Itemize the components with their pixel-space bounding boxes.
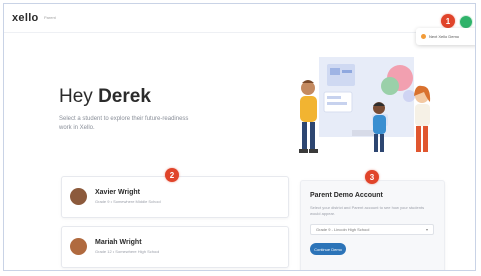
- page-title: Hey Derek: [59, 86, 151, 108]
- callout-marker-1: 1: [441, 14, 455, 28]
- parent-demo-card: Parent Demo Account Select your district…: [300, 180, 445, 270]
- xello-logo[interactable]: xello: [12, 12, 39, 24]
- callout-marker-3: 3: [365, 170, 379, 184]
- popover-label: Next Xello Demo: [429, 34, 460, 39]
- page-subtitle: Select a student to explore their future…: [59, 116, 189, 131]
- logo-subtitle: Parent: [44, 15, 56, 20]
- user-name: Derek: [98, 86, 151, 107]
- student-card-mariah[interactable]: Mariah Wright Grade 12 • Somewhere High …: [61, 226, 289, 268]
- app-window: xello Parent 1 Next Xello Demo Hey Derek…: [3, 3, 476, 271]
- top-bar: xello Parent: [4, 4, 475, 33]
- student-avatar: [70, 238, 87, 255]
- student-name: Xavier Wright: [95, 189, 140, 196]
- student-card-xavier[interactable]: Xavier Wright Grade 9 • Somewhere Middle…: [61, 176, 289, 218]
- students-illustration: [299, 57, 431, 153]
- demo-popover[interactable]: Next Xello Demo: [416, 28, 475, 45]
- chevron-down-icon: ▾: [425, 227, 428, 232]
- student-name: Mariah Wright: [95, 239, 142, 246]
- continue-demo-button[interactable]: Continue Demo: [310, 243, 346, 255]
- bulb-icon: [421, 34, 426, 39]
- callout-marker-2: 2: [165, 168, 179, 182]
- user-avatar-button[interactable]: [459, 15, 473, 29]
- student-school: Grade 9 • Somewhere Middle School: [95, 199, 161, 204]
- parent-demo-title: Parent Demo Account: [310, 192, 383, 199]
- parent-demo-description: Select your district and Parent account …: [310, 205, 425, 216]
- student-school: Grade 12 • Somewhere High School: [95, 249, 160, 254]
- student-avatar: [70, 188, 87, 205]
- district-select[interactable]: Grade 9 - Lincoln High School ▾: [310, 224, 434, 235]
- greeting: Hey: [59, 86, 93, 107]
- district-select-value: Grade 9 - Lincoln High School: [316, 227, 370, 232]
